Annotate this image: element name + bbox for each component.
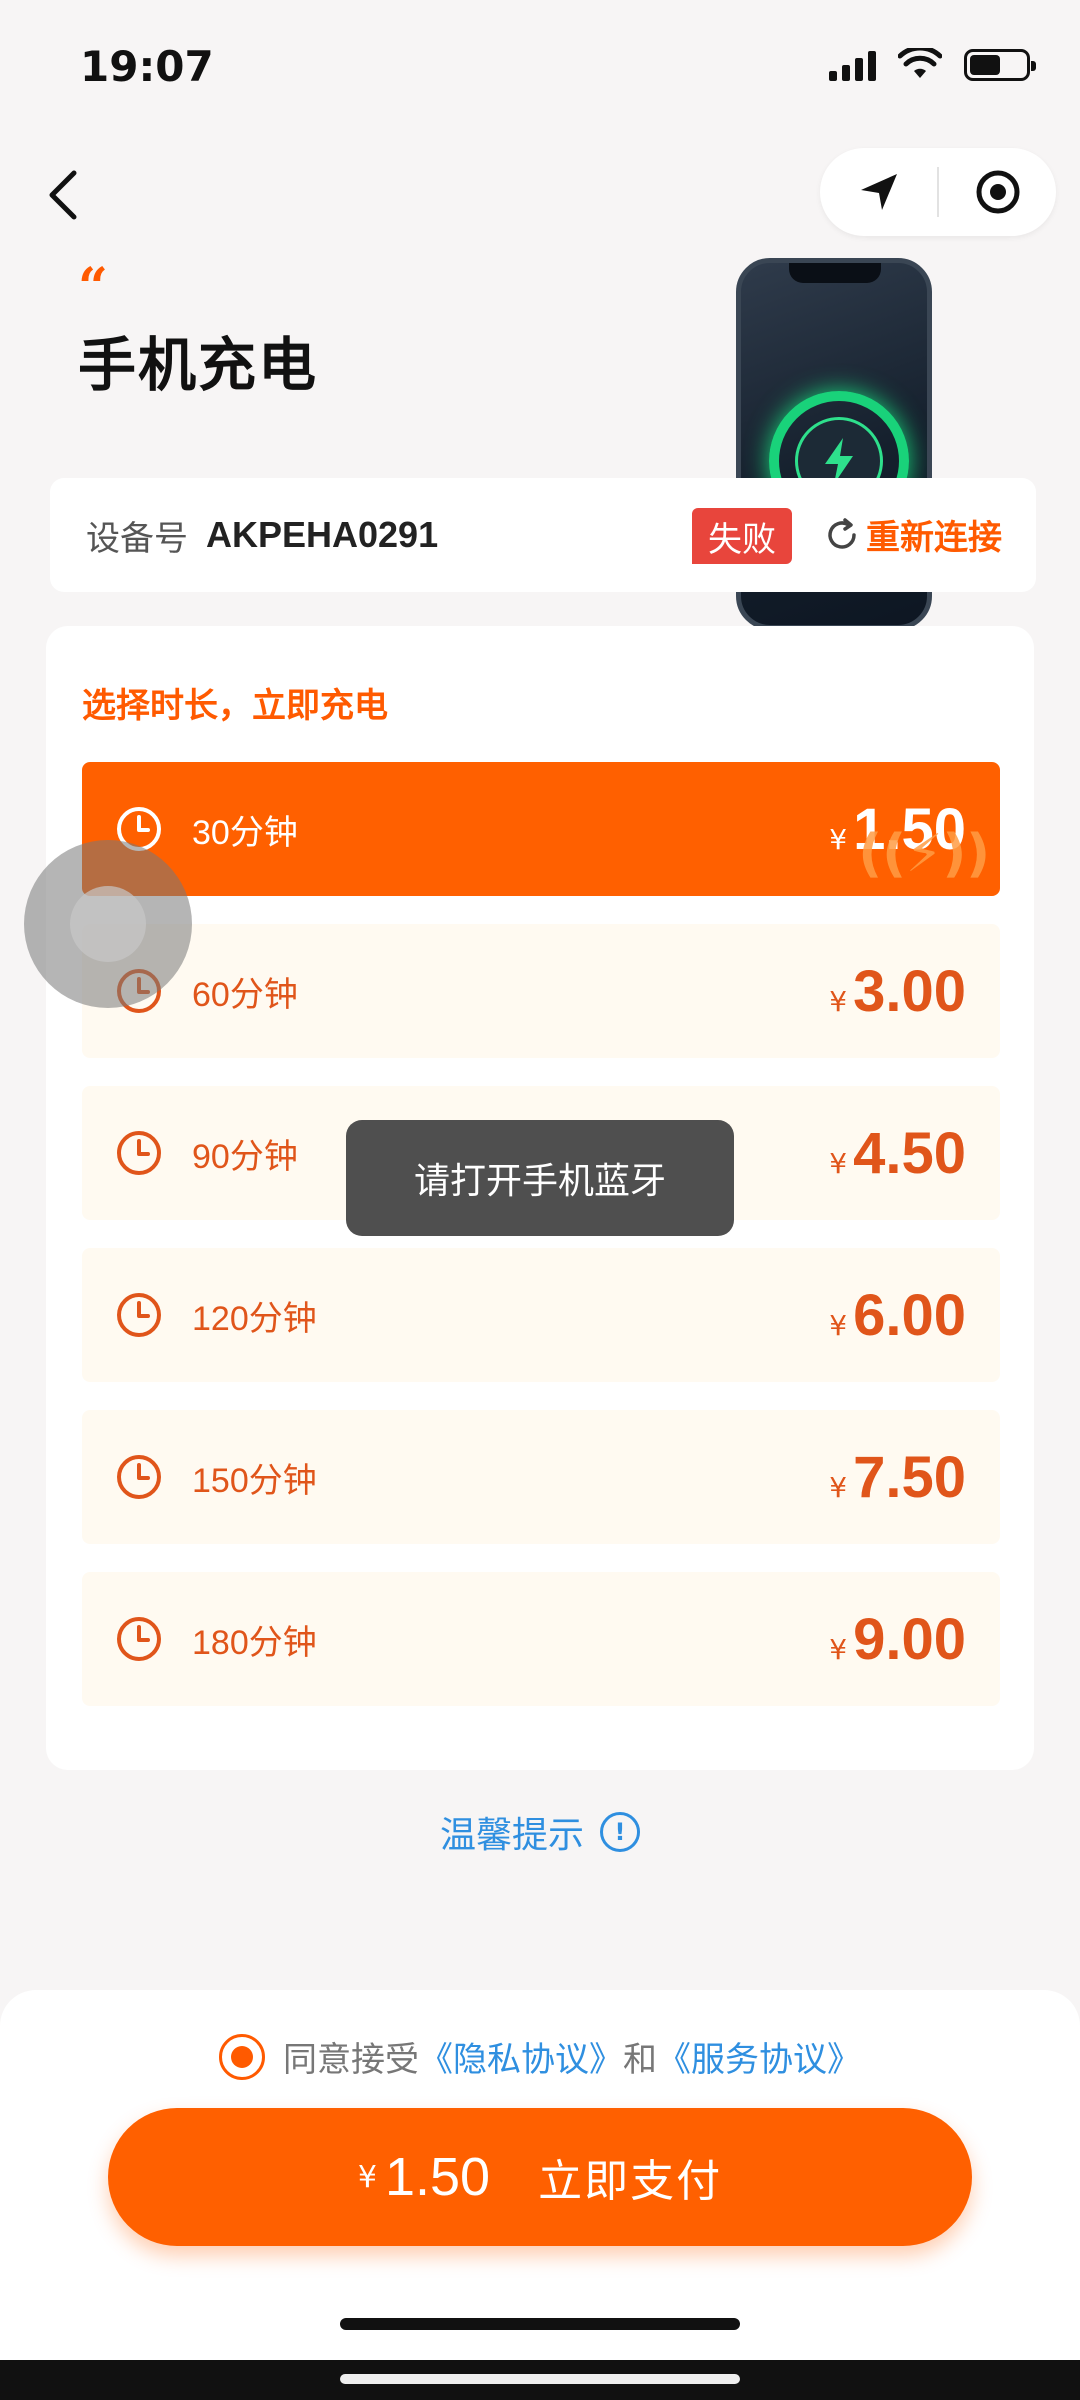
- duration-label: 60分钟: [192, 975, 298, 1014]
- back-icon: [49, 170, 77, 220]
- cellular-signal-icon: [829, 49, 876, 81]
- duration-option[interactable]: 30分钟 ¥1.50 ((⚡)): [82, 762, 1000, 896]
- options-title: 选择时长，立即充电: [82, 686, 388, 726]
- status-badge: 失败: [692, 508, 792, 564]
- duration-option[interactable]: 120分钟 ¥6.00: [82, 1248, 1000, 1382]
- price: ¥7.50: [829, 1444, 966, 1511]
- bottom-panel: 同意接受 《隐私协议》 和 《服务协议》 ¥ 1.50 立即支付: [0, 1990, 1080, 2400]
- price-value: 4.50: [853, 1120, 966, 1186]
- toast-message: 请打开手机蓝牙: [346, 1120, 734, 1236]
- service-link[interactable]: 《服务协议》: [657, 2032, 861, 2081]
- pay-label: 立即支付: [538, 2156, 723, 2207]
- price: ¥9.00: [829, 1606, 966, 1673]
- duration-label: 30分钟: [192, 813, 298, 852]
- location-arrow-icon: [860, 174, 897, 210]
- duration-label: 180分钟: [192, 1623, 317, 1662]
- status-time: 19:07: [80, 42, 214, 91]
- refresh-icon: [828, 517, 856, 549]
- price: ¥6.00: [829, 1282, 966, 1349]
- device-id: AKPEHA0291: [206, 514, 439, 555]
- price-value: 6.00: [853, 1282, 966, 1348]
- currency-symbol: ¥: [829, 1632, 848, 1666]
- agreement-row: 同意接受 《隐私协议》 和 《服务协议》: [0, 2032, 1080, 2081]
- quote-mark-icon: “: [78, 257, 108, 318]
- device-label: 设备号: [86, 518, 188, 559]
- tips-label: 温馨提示: [439, 1815, 584, 1856]
- clock-icon: [114, 1290, 164, 1340]
- record-button[interactable]: [939, 148, 1056, 236]
- home-indicator: [340, 2318, 740, 2330]
- device-card: 设备号 AKPEHA0291 失败 重新连接: [50, 478, 1036, 592]
- pay-amount: 1.50: [384, 2147, 491, 2207]
- duration-option[interactable]: 180分钟 ¥9.00: [82, 1572, 1000, 1706]
- page-title: 手机充电: [78, 331, 319, 399]
- info-icon: !: [600, 1812, 640, 1852]
- reconnect-button[interactable]: 重新连接: [824, 510, 1002, 559]
- privacy-link[interactable]: 《隐私协议》: [419, 2032, 623, 2081]
- agreement-and: 和: [623, 2040, 657, 2080]
- status-bar: 19:07: [0, 0, 1080, 140]
- bottom-strip: [0, 2360, 1080, 2400]
- pay-currency: ¥: [357, 2159, 377, 2195]
- price-value: 9.00: [853, 1606, 966, 1672]
- price-value: 3.00: [853, 958, 966, 1024]
- duration-option[interactable]: 150分钟 ¥7.50: [82, 1410, 1000, 1544]
- price: ¥3.00: [829, 958, 966, 1025]
- battery-icon: [964, 49, 1036, 81]
- mini-program-capsule: [820, 148, 1056, 236]
- charging-wave-icon: ((⚡)): [858, 824, 990, 884]
- duration-option[interactable]: 60分钟 ¥3.00: [82, 924, 1000, 1058]
- clock-icon: [114, 1128, 164, 1178]
- currency-symbol: ¥: [829, 822, 848, 856]
- reconnect-label: 重新连接: [866, 518, 1002, 558]
- touch-indicator: [24, 840, 192, 1008]
- record-icon: [976, 170, 1019, 214]
- agreement-prefix: 同意接受: [283, 2040, 419, 2080]
- status-icons: [829, 48, 1036, 82]
- duration-label: 90分钟: [192, 1137, 298, 1176]
- currency-symbol: ¥: [829, 1146, 848, 1180]
- currency-symbol: ¥: [829, 1470, 848, 1504]
- wifi-icon: [898, 48, 942, 78]
- currency-symbol: ¥: [829, 984, 848, 1018]
- clock-icon: [114, 1452, 164, 1502]
- duration-label: 120分钟: [192, 1299, 317, 1338]
- clock-icon: [114, 1614, 164, 1664]
- price: ¥4.50: [829, 1120, 966, 1187]
- tips-link[interactable]: 温馨提示 !: [0, 1806, 1080, 1858]
- back-button[interactable]: [38, 160, 88, 230]
- pay-button[interactable]: ¥ 1.50 立即支付: [108, 2108, 972, 2246]
- location-button[interactable]: [820, 148, 937, 236]
- price-value: 7.50: [853, 1444, 966, 1510]
- agreement-radio[interactable]: [219, 2033, 265, 2080]
- currency-symbol: ¥: [829, 1308, 848, 1342]
- duration-label: 150分钟: [192, 1461, 317, 1500]
